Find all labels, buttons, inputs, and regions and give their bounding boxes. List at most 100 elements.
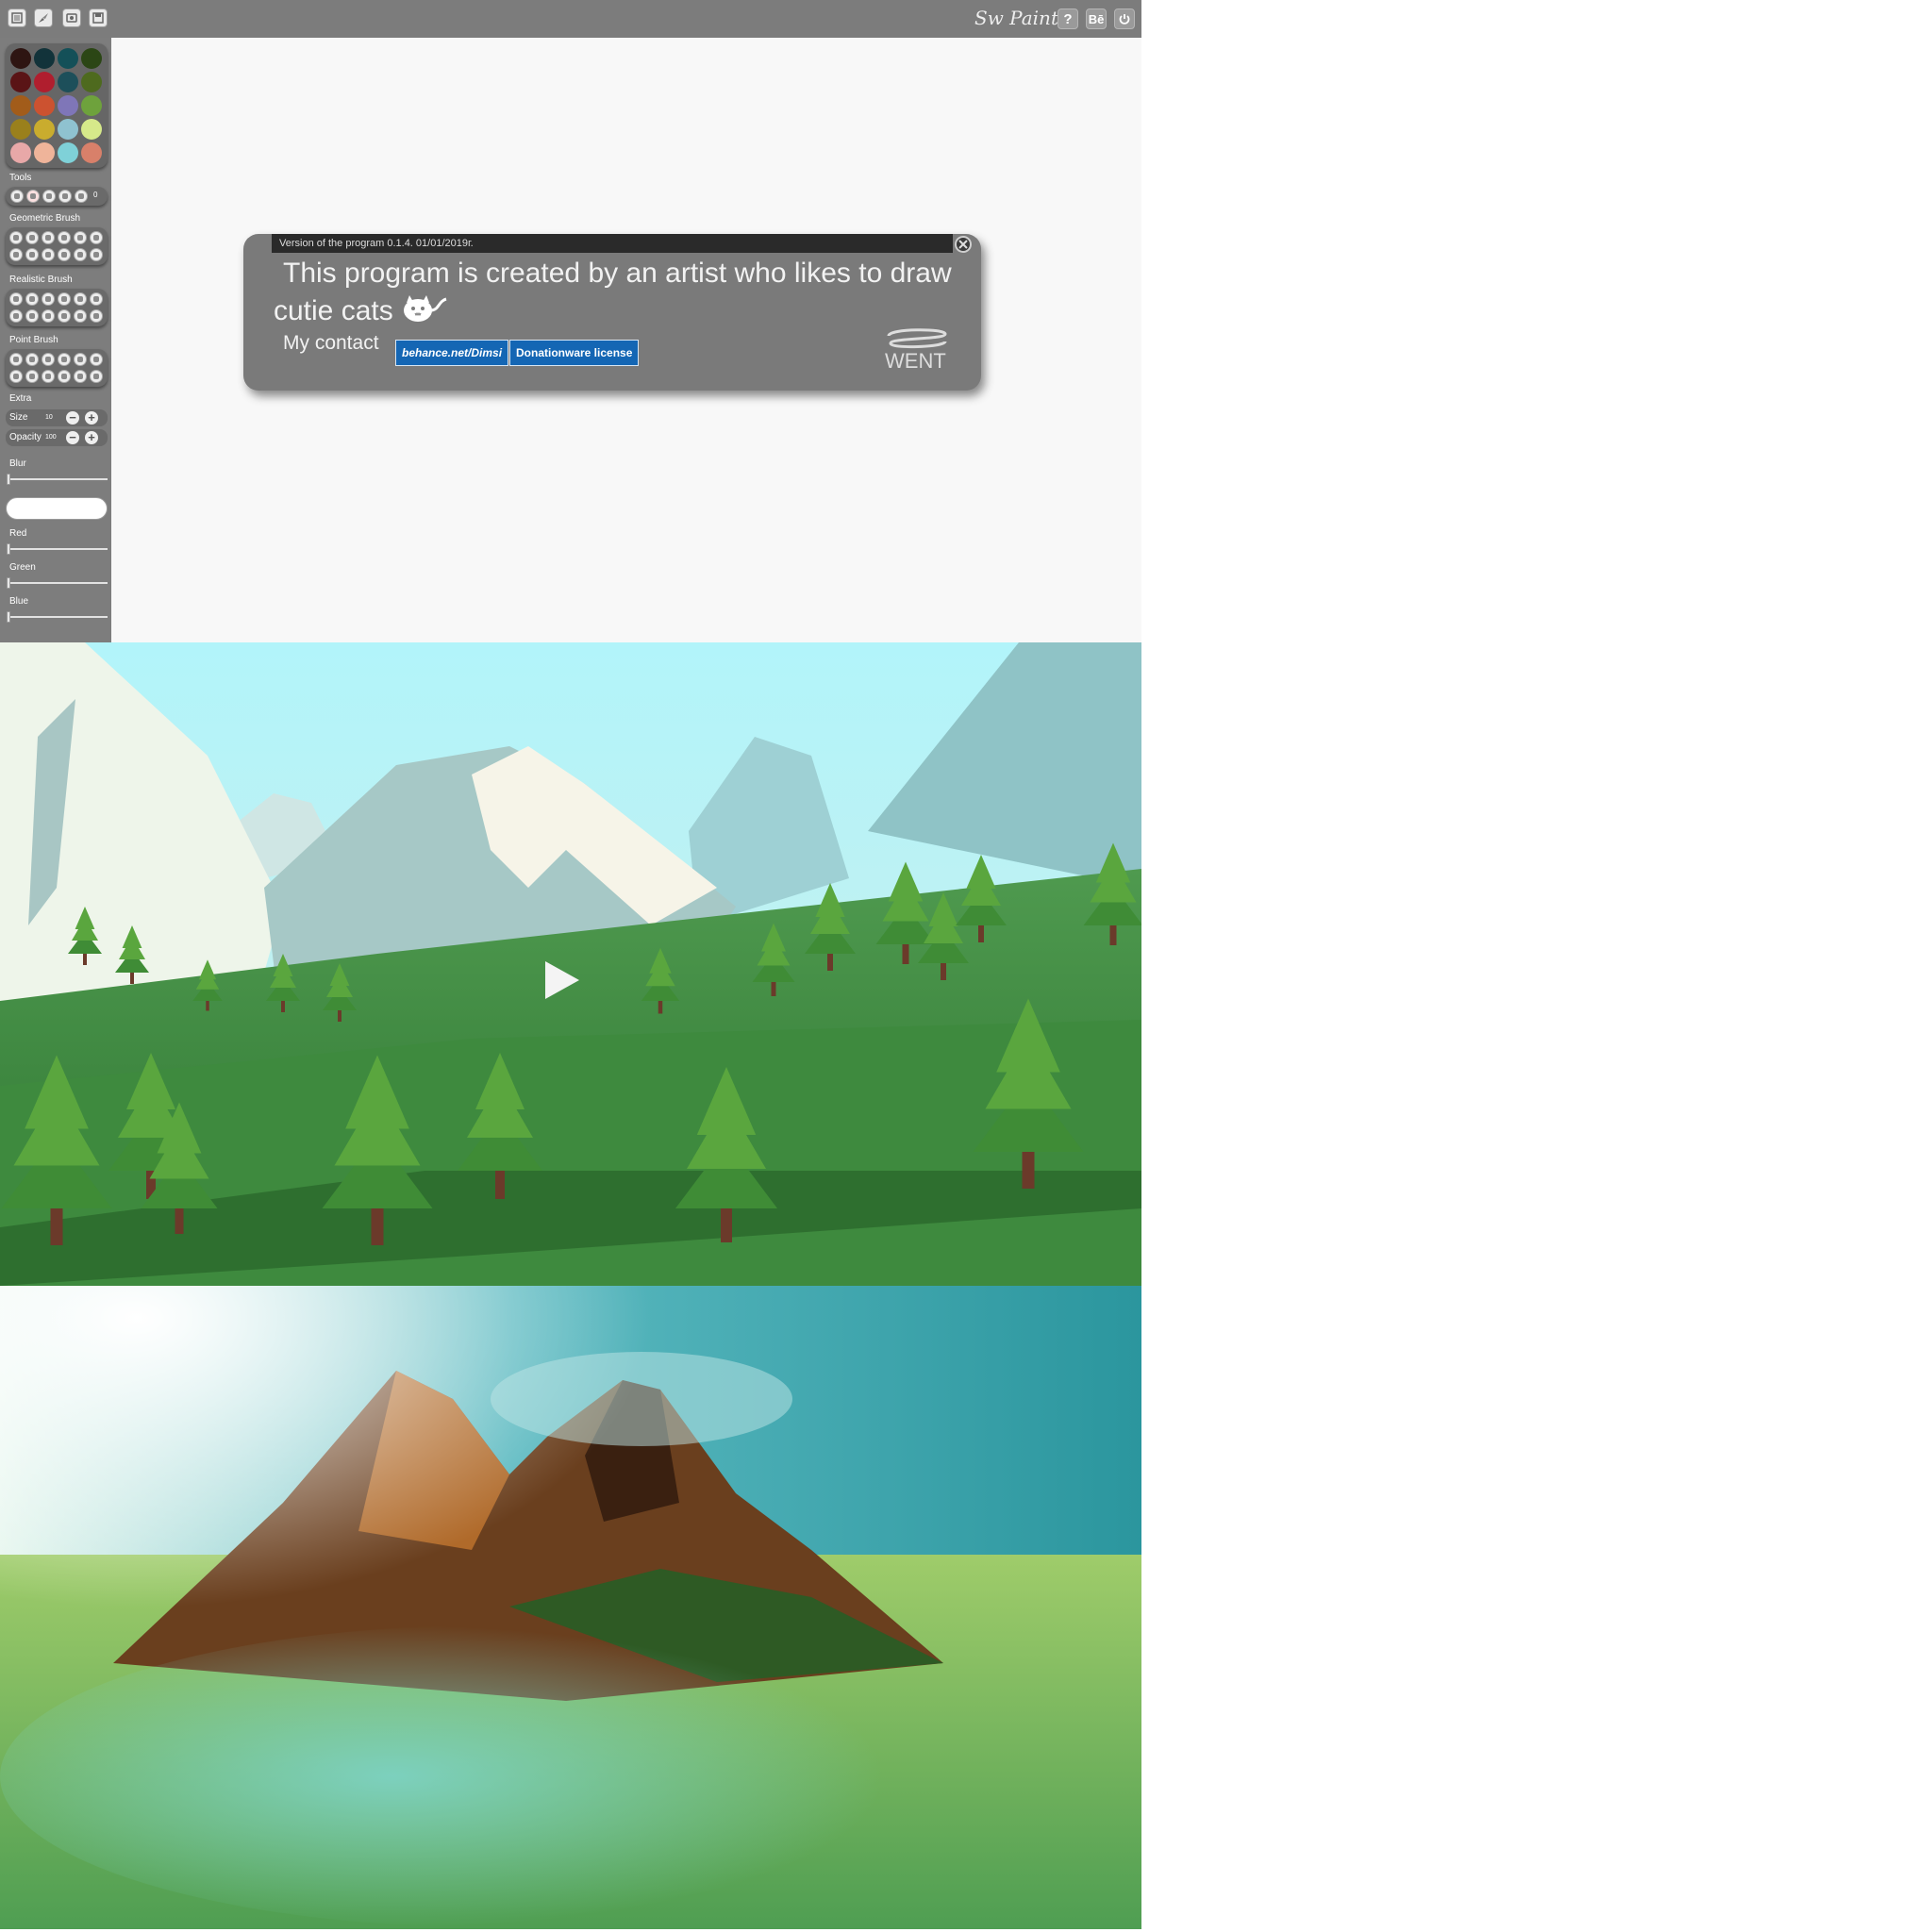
- color-swatch[interactable]: [34, 72, 55, 92]
- blur-label: Blur: [9, 458, 26, 469]
- color-swatch[interactable]: [10, 48, 31, 69]
- geometric-brush-button[interactable]: [58, 231, 71, 244]
- geometric-brush-button[interactable]: [9, 248, 23, 261]
- point-brush-button[interactable]: [58, 353, 71, 366]
- point-brush-button[interactable]: [58, 370, 71, 383]
- minus-tool-button[interactable]: [58, 190, 72, 203]
- geometric-brush-button[interactable]: [25, 231, 39, 244]
- close-icon[interactable]: [955, 236, 972, 253]
- color-swatch[interactable]: [81, 119, 102, 140]
- color-swatch[interactable]: [10, 119, 31, 140]
- color-swatch[interactable]: [10, 72, 31, 92]
- blue-slider-track[interactable]: [8, 616, 108, 618]
- size-decrease-button[interactable]: −: [66, 411, 79, 425]
- size-increase-button[interactable]: +: [85, 411, 98, 425]
- realistic-brush-button[interactable]: [25, 292, 39, 306]
- geometric-brush-button[interactable]: [42, 231, 55, 244]
- color-swatch[interactable]: [34, 142, 55, 163]
- geometric-brush-button[interactable]: [90, 248, 103, 261]
- realistic-brush-button[interactable]: [42, 309, 55, 323]
- point-brush-button[interactable]: [9, 353, 23, 366]
- license-link[interactable]: Donationware license: [509, 340, 640, 366]
- geometric-brush-button[interactable]: [9, 231, 23, 244]
- realistic-brush-button[interactable]: [58, 292, 71, 306]
- green-slider-track[interactable]: [8, 582, 108, 584]
- geometric-brush-button[interactable]: [74, 248, 87, 261]
- red-slider-track[interactable]: [8, 548, 108, 550]
- behance-button[interactable]: Bē: [1086, 8, 1107, 29]
- point-brush-button[interactable]: [90, 353, 103, 366]
- went-logo: WENT: [885, 328, 947, 370]
- realistic-brush-button[interactable]: [90, 309, 103, 323]
- realistic-brush-button[interactable]: [74, 309, 87, 323]
- eraser-tool-button[interactable]: [26, 190, 40, 203]
- realistic-brush-button[interactable]: [25, 309, 39, 323]
- brush-icon[interactable]: [34, 8, 53, 27]
- svg-text:WENT: WENT: [885, 349, 946, 370]
- color-swatch[interactable]: [81, 72, 102, 92]
- blur-slider-thumb[interactable]: [7, 474, 10, 485]
- point-brush-button[interactable]: [25, 370, 39, 383]
- blur-slider-track[interactable]: [8, 478, 108, 480]
- point-brush-button[interactable]: [9, 370, 23, 383]
- color-swatch[interactable]: [58, 48, 78, 69]
- plus-tool-button[interactable]: [75, 190, 88, 203]
- realistic-brush-panel: [6, 289, 108, 326]
- opacity-decrease-button[interactable]: −: [66, 431, 79, 444]
- point-brush-button[interactable]: [25, 353, 39, 366]
- geometric-brush-button[interactable]: [74, 231, 87, 244]
- forest-landscape-image: [0, 642, 1141, 1286]
- geometric-brush-label: Geometric Brush: [9, 213, 81, 224]
- color-swatch[interactable]: [34, 95, 55, 116]
- realistic-brush-button[interactable]: [9, 309, 23, 323]
- color-swatch[interactable]: [34, 119, 55, 140]
- geometric-brush-button[interactable]: [58, 248, 71, 261]
- size-label: Size: [9, 412, 28, 423]
- blue-slider-thumb[interactable]: [7, 611, 10, 623]
- color-swatch[interactable]: [58, 142, 78, 163]
- help-button[interactable]: ?: [1058, 8, 1078, 29]
- green-label: Green: [9, 562, 36, 573]
- color-swatch[interactable]: [58, 95, 78, 116]
- point-brush-button[interactable]: [42, 370, 55, 383]
- tools-label: Tools: [9, 173, 32, 183]
- behance-link[interactable]: behance.net/Dimsi: [395, 340, 509, 366]
- blue-label: Blue: [9, 596, 29, 607]
- realistic-brush-button[interactable]: [90, 292, 103, 306]
- color-swatch[interactable]: [10, 142, 31, 163]
- save-icon[interactable]: [89, 8, 108, 27]
- extra-label: Extra: [9, 393, 32, 404]
- color-swatch[interactable]: [81, 142, 102, 163]
- about-message: This program is created by an artist who…: [274, 255, 953, 330]
- color-swatch[interactable]: [81, 48, 102, 69]
- color-swatch[interactable]: [58, 119, 78, 140]
- color-swatch[interactable]: [81, 95, 102, 116]
- point-brush-button[interactable]: [90, 370, 103, 383]
- color-swatch[interactable]: [58, 72, 78, 92]
- geometric-brush-panel: [6, 227, 108, 265]
- geometric-brush-button[interactable]: [42, 248, 55, 261]
- realistic-brush-button[interactable]: [74, 292, 87, 306]
- geometric-brush-button[interactable]: [25, 248, 39, 261]
- realistic-brush-button[interactable]: [42, 292, 55, 306]
- point-brush-button[interactable]: [42, 353, 55, 366]
- pencil-tool-button[interactable]: [10, 190, 24, 203]
- opacity-increase-button[interactable]: +: [85, 431, 98, 444]
- geometric-brush-button[interactable]: [90, 231, 103, 244]
- point-brush-button[interactable]: [74, 353, 87, 366]
- menu-icon[interactable]: [8, 8, 26, 27]
- color-palette: [6, 43, 108, 168]
- realistic-brush-button[interactable]: [58, 309, 71, 323]
- power-icon[interactable]: [1114, 8, 1135, 29]
- color-swatch[interactable]: [10, 95, 31, 116]
- opacity-value: 100: [45, 434, 57, 441]
- red-slider-thumb[interactable]: [7, 543, 10, 555]
- realistic-brush-button[interactable]: [9, 292, 23, 306]
- color-swatch[interactable]: [34, 48, 55, 69]
- opacity-label: Opacity: [9, 432, 42, 442]
- realistic-brush-label: Realistic Brush: [9, 275, 73, 285]
- green-slider-thumb[interactable]: [7, 577, 10, 589]
- line-tool-button[interactable]: [42, 190, 56, 203]
- camera-icon[interactable]: [62, 8, 81, 27]
- point-brush-button[interactable]: [74, 370, 87, 383]
